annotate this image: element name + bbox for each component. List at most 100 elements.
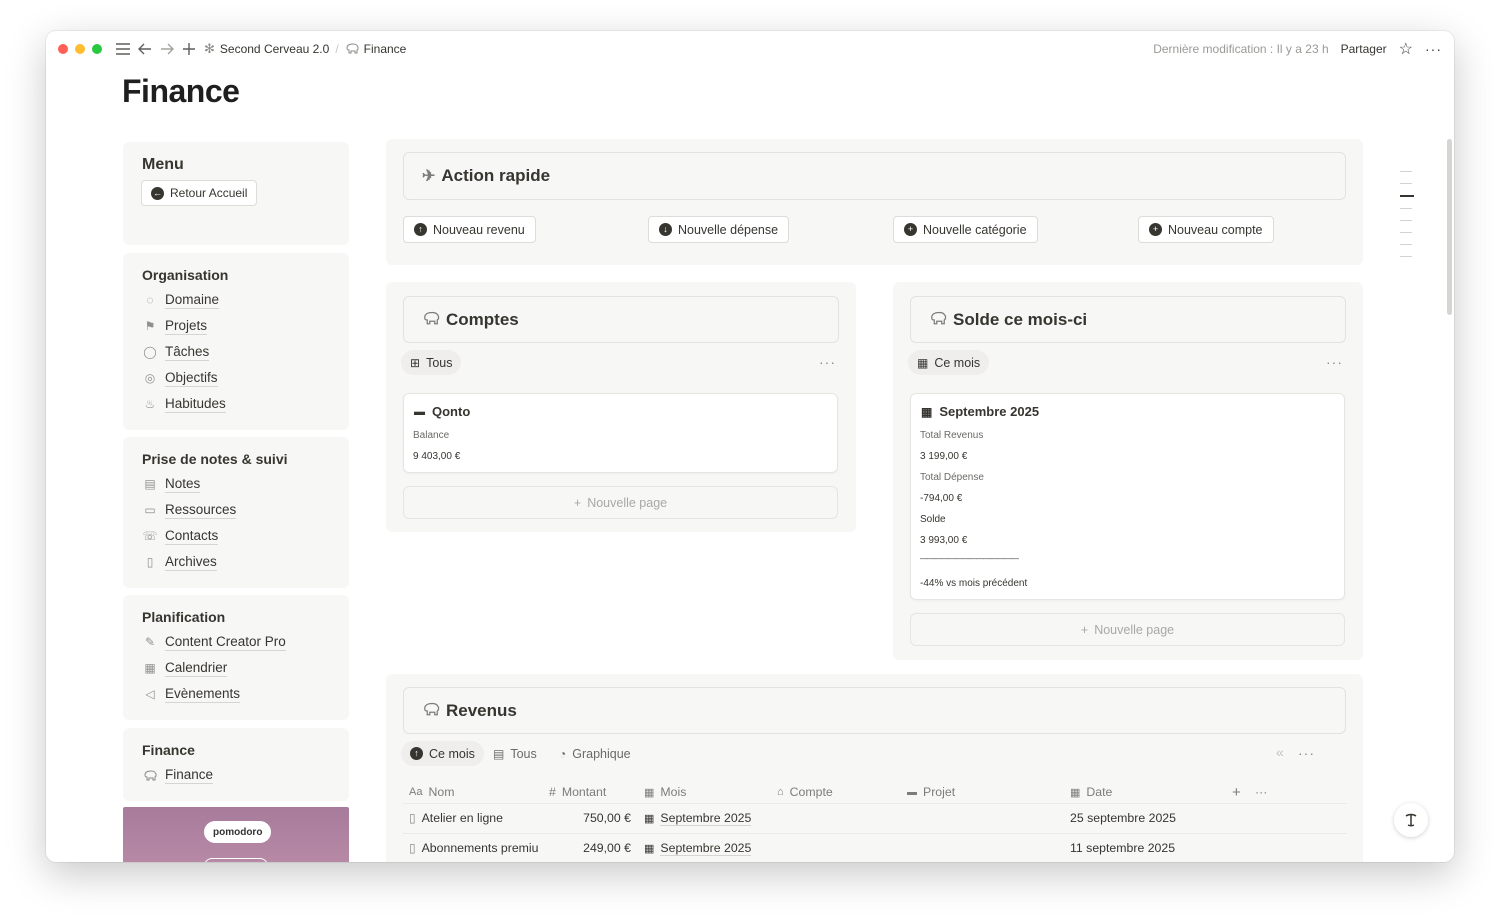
cell-projet[interactable] [907, 838, 1057, 858]
wand-icon: ✎ [144, 635, 156, 649]
toc-marker-active[interactable] [1400, 195, 1414, 197]
sidebar-item-calendrier[interactable]: ▦ Calendrier [142, 655, 330, 681]
balance-label: Solde [920, 514, 946, 525]
pomodoro-control[interactable] [204, 858, 268, 862]
toc-marker[interactable] [1400, 183, 1412, 184]
toc-marker[interactable] [1400, 208, 1412, 209]
sidebar-item-taches[interactable]: ◯ Tâches [142, 339, 330, 365]
add-column-icon[interactable]: + [1232, 782, 1241, 802]
plus-icon: + [1080, 622, 1089, 637]
accounts-view-tous[interactable]: ⊞ Tous [401, 350, 462, 375]
cell-montant[interactable]: 750,00 € [549, 808, 631, 828]
back-arrow-icon[interactable] [134, 38, 156, 60]
sidebar-item-habitudes[interactable]: ♨ Habitudes [142, 391, 330, 417]
breadcrumb-item-workspace[interactable]: ✻ Second Cerveau 2.0 [204, 41, 329, 57]
add-icon[interactable] [178, 38, 200, 60]
sidebar-item-evenements[interactable]: ◁ Evènements [142, 681, 330, 707]
more-options-icon[interactable]: ··· [1425, 41, 1442, 57]
piggy-bank-icon [142, 767, 158, 783]
revenues-view-tous[interactable]: ▤ Tous [493, 741, 537, 766]
notes-heading: Prise de notes & suivi [142, 451, 288, 467]
account-card[interactable]: ▬ Qonto Balance 9 403,00 € [403, 393, 838, 473]
cell-mois[interactable]: ▦ Septembre 2025 [644, 808, 769, 828]
calendar-icon: ▦ [921, 404, 933, 419]
sidebar-item-contacts[interactable]: ☏ Contacts [142, 523, 330, 549]
cell-montant[interactable]: 249,00 € [549, 838, 631, 858]
accounts-more-icon[interactable]: ··· [819, 354, 836, 370]
sidebar-item-content-creator[interactable]: ✎ Content Creator Pro [142, 629, 330, 655]
toc-marker[interactable] [1400, 256, 1412, 257]
close-window-button[interactable] [58, 44, 68, 54]
arrow-up-circle-icon: ↑ [414, 223, 427, 236]
piggy-bank-icon [422, 310, 440, 330]
sidebar-item-domaine[interactable]: ◌ Domaine [142, 287, 330, 313]
balance-view-ce-mois[interactable]: ▦ Ce mois [908, 350, 990, 375]
column-header-projet[interactable]: ▬ Projet [907, 782, 955, 802]
toc-marker[interactable] [1400, 232, 1412, 233]
revenues-more-icon[interactable]: ··· [1298, 745, 1315, 761]
minimize-window-button[interactable] [75, 44, 85, 54]
assistant-icon[interactable] [1394, 803, 1428, 837]
sidebar-item-finance[interactable]: Finance [142, 762, 330, 788]
balance-new-page-button[interactable]: + Nouvelle page [910, 613, 1345, 646]
new-expense-button[interactable]: ↓ Nouvelle dépense [648, 216, 790, 243]
piggy-bank-icon [422, 701, 440, 721]
month-balance-card[interactable]: ▦ Septembre 2025 Total Revenus 3 199,00 … [910, 393, 1345, 600]
revenues-view-graphique[interactable]: ◔ Graphique [559, 741, 631, 766]
target-icon: ◎ [144, 371, 156, 385]
share-button[interactable]: Partager [1341, 42, 1387, 56]
new-category-button[interactable]: + Nouvelle catégorie [893, 216, 1038, 243]
new-revenue-button[interactable]: ↑ Nouveau revenu [403, 216, 536, 243]
cell-text: Septembre 2025 [660, 840, 752, 856]
accounts-new-page-button[interactable]: + Nouvelle page [403, 486, 838, 519]
cell-text: 25 septembre 2025 [1070, 811, 1176, 825]
sidebar-item-ressources[interactable]: ▭ Ressources [142, 497, 330, 523]
favorite-star-icon[interactable]: ☆ [1399, 39, 1413, 59]
column-header-montant[interactable]: # Montant [549, 782, 606, 802]
home-button[interactable]: ← Retour Accueil [141, 180, 258, 206]
sidebar-item-label: Objectifs [165, 369, 218, 387]
cell-mois[interactable]: ▦ Septembre 2025 [644, 838, 769, 858]
revenues-callout: Revenus [403, 687, 1346, 734]
breadcrumb-item-finance[interactable]: Finance [345, 42, 406, 57]
new-account-button[interactable]: + Nouveau compte [1138, 216, 1274, 243]
sidebar-item-archives[interactable]: ▯ Archives [142, 549, 330, 575]
scrollbar[interactable] [1447, 139, 1452, 315]
cell-projet[interactable] [907, 808, 1057, 828]
total-expense-value: -794,00 € [920, 493, 963, 504]
forward-arrow-icon[interactable] [156, 38, 178, 60]
toc-marker[interactable] [1400, 171, 1412, 172]
month-name: Septembre 2025 [939, 404, 1040, 419]
sidebar-item-label: Domaine [165, 291, 220, 309]
sidebar-item-projets[interactable]: ⚑ Projets [142, 313, 330, 339]
column-header-date[interactable]: ▦ Date [1070, 782, 1112, 802]
cell-date[interactable]: 11 septembre 2025 [1070, 838, 1220, 858]
zoom-window-button[interactable] [92, 44, 102, 54]
cell-nom[interactable]: ▯ Atelier en ligne [409, 808, 544, 828]
sidebar-item-notes[interactable]: ▤ Notes [142, 471, 330, 497]
revenues-view-ce-mois[interactable]: ↑ Ce mois [401, 741, 484, 766]
sidebar-menu-card: Menu ← Retour Accueil [123, 142, 349, 245]
balance-more-icon[interactable]: ··· [1326, 354, 1343, 370]
cell-date[interactable]: 25 septembre 2025 [1070, 808, 1220, 828]
contacts-icon: ☏ [142, 529, 158, 543]
cell-compte[interactable] [777, 838, 897, 858]
sidebar-planification-card: Planification ✎ Content Creator Pro ▦ Cale… [123, 595, 349, 720]
archive-icon: ▯ [146, 555, 154, 569]
toc-marker[interactable] [1400, 244, 1412, 245]
collapse-icon[interactable]: « [1276, 744, 1285, 760]
column-header-mois[interactable]: ▦ Mois [644, 782, 686, 802]
column-header-nom[interactable]: Aa Nom [409, 782, 454, 802]
table-more-icon[interactable]: ··· [1255, 782, 1267, 802]
cell-nom[interactable]: ▯ Abonnements premiu [409, 838, 542, 858]
sidebar-item-objectifs[interactable]: ◎ Objectifs [142, 365, 330, 391]
cell-compte[interactable] [777, 808, 897, 828]
toc-marker[interactable] [1400, 220, 1412, 221]
table-of-contents[interactable] [1400, 171, 1414, 268]
pomodoro-widget[interactable]: pomodoro [123, 807, 349, 862]
cell-text: 11 septembre 2025 [1070, 841, 1176, 855]
menu-icon[interactable] [112, 38, 134, 60]
column-label: Nom [428, 785, 455, 799]
table-divider [403, 833, 1347, 834]
column-header-compte[interactable]: ⌂ Compte [777, 782, 833, 802]
